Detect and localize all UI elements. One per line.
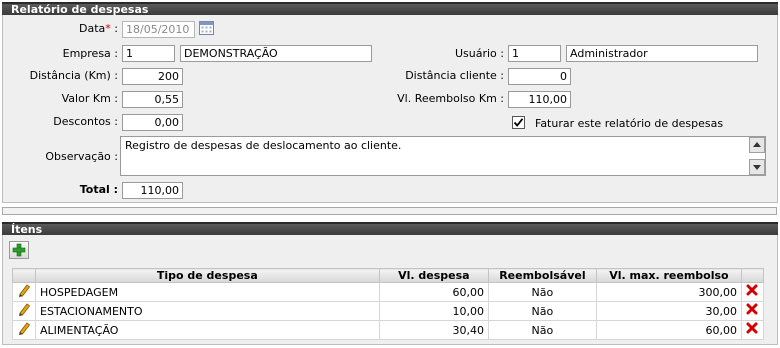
vl-reembolso-km-field[interactable]: 110,00 — [508, 91, 571, 108]
column-header-vl-despesa[interactable]: Vl. despesa — [378, 268, 490, 283]
cell-vl-max: 300,00 — [595, 282, 742, 302]
date-field[interactable]: 18/05/2010 — [122, 21, 195, 38]
table-row: ESTACIONAMENTO 10,00 Não 30,00 — [12, 301, 765, 321]
delete-button[interactable] — [740, 282, 765, 302]
cell-vl-despesa: 10,00 — [378, 301, 490, 321]
items-header-row: Tipo de despesa Vl. despesa Reembolsável… — [12, 268, 765, 283]
column-header-vl-max[interactable]: Vl. max. reembolso — [595, 268, 742, 283]
checkmark-icon — [513, 118, 524, 127]
total-field: 110,00 — [122, 182, 183, 199]
descontos-label: Descontos : — [53, 115, 118, 128]
delete-button[interactable] — [740, 301, 765, 321]
edit-button[interactable] — [12, 282, 36, 302]
observacao-textarea[interactable]: Registro de despesas de deslocamento ao … — [120, 136, 766, 176]
separator-bar — [2, 207, 777, 215]
cell-reembolsavel: Não — [488, 301, 597, 321]
scroll-up-button[interactable] — [749, 137, 765, 153]
edit-button[interactable] — [12, 301, 36, 321]
usuario-label: Usuário : — [454, 47, 504, 60]
faturar-label: Faturar este relatório de despesas — [535, 117, 724, 130]
cell-tipo: HOSPEDAGEM — [35, 282, 380, 302]
cell-tipo: ESTACIONAMENTO — [35, 301, 380, 321]
report-section-header: Relatório de despesas — [2, 2, 778, 16]
cell-reembolsavel: Não — [488, 320, 597, 340]
table-row: HOSPEDAGEM 60,00 Não 300,00 — [12, 282, 765, 302]
pencil-icon — [18, 284, 31, 297]
distancia-cliente-label: Distância cliente : — [405, 69, 504, 82]
empresa-name-field[interactable]: DEMONSTRAÇÃO — [180, 45, 372, 62]
distancia-field[interactable]: 200 — [122, 68, 183, 85]
required-mark: * — [105, 22, 111, 35]
calendar-icon[interactable] — [199, 20, 214, 35]
cell-vl-despesa: 30,40 — [378, 320, 490, 340]
faturar-checkbox[interactable] — [512, 116, 525, 129]
pencil-icon — [18, 303, 31, 316]
table-row: ALIMENTAÇÃO 30,40 Não 60,00 — [12, 320, 765, 340]
delete-button[interactable] — [740, 320, 765, 340]
usuario-code-field[interactable]: 1 — [508, 45, 561, 62]
empresa-code-field[interactable]: 1 — [122, 45, 175, 62]
observacao-label: Observação : — [45, 150, 118, 163]
plus-icon — [12, 243, 26, 257]
column-header-tipo[interactable]: Tipo de despesa — [35, 268, 380, 283]
total-label: Total : — [79, 183, 118, 196]
data-label: Data* : — [79, 22, 118, 35]
vl-reembolso-km-label: Vl. Reembolso Km : — [397, 92, 504, 105]
observacao-text: Registro de despesas de deslocamento ao … — [125, 139, 402, 152]
pencil-icon — [18, 322, 31, 335]
delete-column-header — [740, 268, 765, 283]
cell-reembolsavel: Não — [488, 282, 597, 302]
delete-x-icon — [746, 303, 758, 315]
items-section-header: Ítens — [2, 222, 778, 236]
edit-button[interactable] — [12, 320, 36, 340]
column-header-reembolsavel[interactable]: Reembolsável — [488, 268, 597, 283]
cell-vl-despesa: 60,00 — [378, 282, 490, 302]
valor-km-label: Valor Km : — [61, 92, 118, 105]
valor-km-field[interactable]: 0,55 — [122, 91, 183, 108]
cell-vl-max: 30,00 — [595, 301, 742, 321]
usuario-name-field[interactable]: Administrador — [566, 45, 758, 62]
delete-x-icon — [746, 284, 758, 296]
cell-tipo: ALIMENTAÇÃO — [35, 320, 380, 340]
items-table: Tipo de despesa Vl. despesa Reembolsável… — [12, 268, 765, 340]
add-item-button[interactable] — [9, 241, 29, 259]
scroll-down-button[interactable] — [749, 159, 765, 175]
cell-vl-max: 60,00 — [595, 320, 742, 340]
distancia-label: Distância (Km) : — [29, 69, 118, 82]
delete-x-icon — [746, 322, 758, 334]
descontos-field[interactable]: 0,00 — [122, 114, 183, 131]
distancia-cliente-field[interactable]: 0 — [508, 68, 571, 85]
empresa-label: Empresa : — [62, 47, 118, 60]
edit-column-header — [12, 268, 36, 283]
